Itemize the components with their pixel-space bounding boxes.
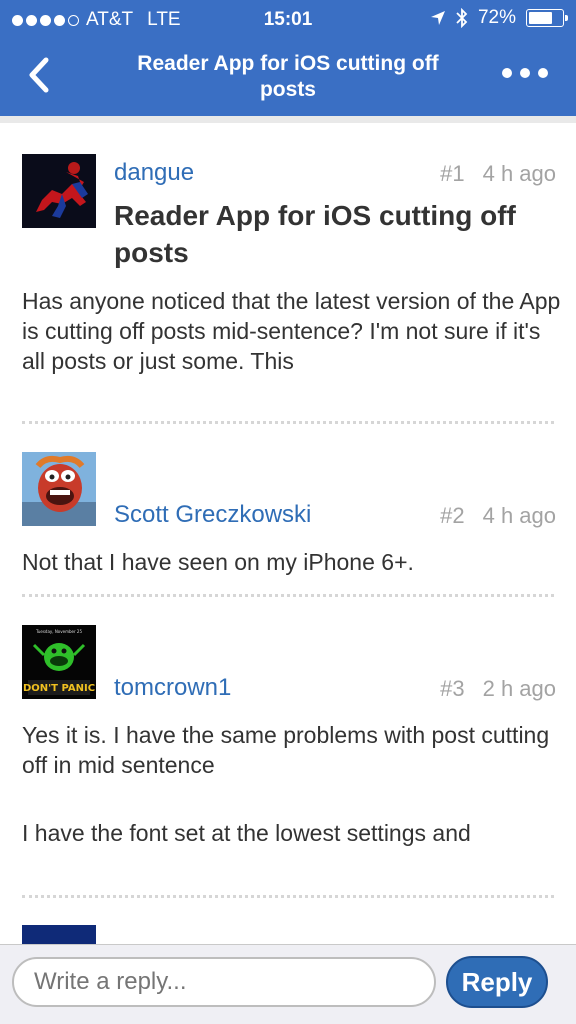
post-meta: #3 2 h ago	[440, 676, 556, 702]
battery-percent: 72%	[477, 7, 516, 28]
post-username[interactable]: tomcrown1	[114, 674, 231, 702]
avatar-caption: DON'T PANIC	[23, 683, 95, 694]
post-body: Has anyone noticed that the latest versi…	[22, 288, 561, 374]
post-time: 4 h ago	[482, 503, 556, 528]
chevron-left-icon	[29, 57, 49, 93]
avatar[interactable]: Tuesday, November 25 DON'T PANIC	[22, 625, 96, 699]
more-dot-icon	[520, 68, 530, 78]
spiderman-avatar	[22, 154, 96, 228]
avatar[interactable]	[22, 452, 96, 526]
post-divider	[22, 895, 554, 898]
navigation-header: AT&T LTE 15:01 72% Reader App for iOS cu…	[0, 0, 576, 116]
dont-panic-avatar: Tuesday, November 25 DON'T PANIC	[22, 625, 96, 699]
more-options-button[interactable]	[502, 68, 548, 78]
location-arrow-icon	[430, 11, 445, 25]
post-body: Not that I have seen on my iPhone 6+.	[22, 549, 414, 575]
post-number: #3	[440, 676, 465, 701]
reply-button[interactable]: Reply	[446, 956, 548, 1008]
reply-bar: Reply	[0, 944, 576, 1024]
more-dot-icon	[538, 68, 548, 78]
post-meta: #1 4 h ago	[440, 161, 556, 187]
reply-input[interactable]	[12, 957, 436, 1007]
avatar[interactable]	[22, 154, 96, 228]
post-divider	[22, 421, 554, 424]
back-button[interactable]	[22, 54, 62, 98]
status-bar: AT&T LTE 15:01 72%	[0, 0, 576, 40]
more-dot-icon	[502, 68, 512, 78]
muppet-animal-avatar	[22, 452, 96, 526]
post-time: 2 h ago	[482, 676, 556, 701]
post-body-paragraph: I have the font set at the lowest settin…	[22, 820, 471, 846]
bluetooth-icon	[456, 8, 468, 28]
avatar-top-text: Tuesday, November 25	[35, 629, 82, 634]
post-username[interactable]: Scott Greczkowski	[114, 501, 311, 529]
post-meta: #2 4 h ago	[440, 503, 556, 529]
battery-icon	[526, 9, 568, 27]
battery-level	[529, 12, 553, 24]
post-time: 4 h ago	[482, 161, 556, 186]
post-body: Yes it is. I have the same problems with…	[22, 722, 550, 778]
post-title: Reader App for iOS cutting off posts	[114, 200, 516, 268]
page-title: Reader App for iOS cutting off posts	[137, 52, 439, 101]
post-divider	[22, 594, 554, 597]
thread-content[interactable]: dangue #1 4 h ago Reader App for iOS cutt…	[0, 116, 576, 944]
post-number: #1	[440, 161, 465, 186]
avatar[interactable]	[22, 925, 96, 944]
post-number: #2	[440, 503, 465, 528]
post-username[interactable]: dangue	[114, 159, 194, 187]
status-indicators: 72%	[430, 7, 568, 29]
